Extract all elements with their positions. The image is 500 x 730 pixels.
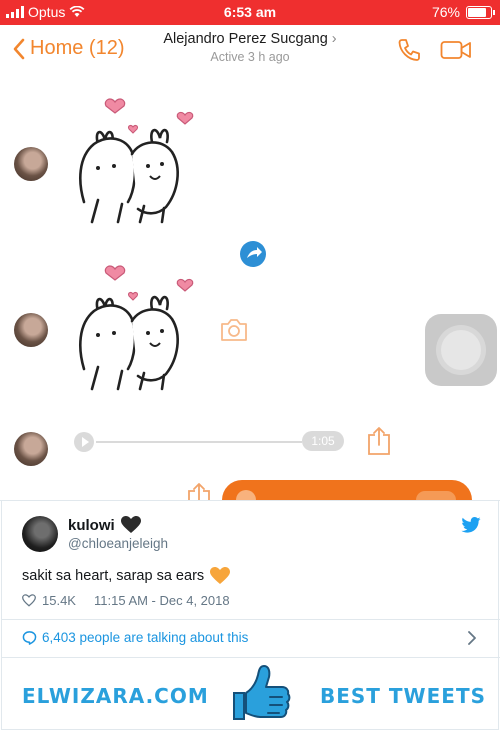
chevron-right-icon: ›	[331, 31, 337, 47]
tweet-author[interactable]: kulowi	[68, 516, 141, 534]
assistive-touch-button[interactable]	[425, 314, 497, 386]
section-label: BEST TWEETS	[320, 684, 486, 708]
outgoing-audio-message[interactable]	[222, 480, 472, 500]
thumbs-up-icon	[233, 665, 291, 720]
video-camera-icon[interactable]	[440, 39, 472, 61]
tweet-meta: 15.4K 11:15 AM - Dec 4, 2018	[22, 593, 230, 608]
battery-percent: 76%	[431, 4, 460, 20]
speech-bubble-icon	[22, 630, 37, 645]
talking-count: 6,403 people are talking about this	[42, 630, 249, 645]
divider	[2, 619, 500, 620]
bunny-hug-sticker[interactable]	[70, 259, 200, 399]
twitter-bird-icon[interactable]	[461, 517, 481, 533]
tweet-frame: kulowi @chloeanjeleigh sakit sa heart, s…	[1, 501, 500, 730]
phone-icon[interactable]	[396, 37, 422, 63]
like-count[interactable]: 15.4K	[42, 593, 76, 608]
chevron-right-icon[interactable]	[467, 630, 477, 646]
site-brand: ELWIZARA.COM	[22, 684, 209, 708]
avatar[interactable]	[14, 313, 48, 347]
author-handle[interactable]: @chloeanjeleigh	[68, 536, 168, 551]
share-icon[interactable]	[186, 481, 212, 500]
screenshot: Optus 6:53 am 76% Home (12) Alejandro Pe…	[0, 0, 500, 730]
contact-status: Active 3 h ago	[210, 50, 290, 64]
tweet-card: kulowi @chloeanjeleigh sakit sa heart, s…	[0, 500, 500, 730]
audio-duration: 1:05	[302, 431, 344, 451]
camera-icon[interactable]	[219, 317, 249, 343]
heart-outline-icon[interactable]	[22, 594, 36, 607]
avatar[interactable]	[14, 147, 48, 181]
tweet-timestamp[interactable]: 11:15 AM - Dec 4, 2018	[94, 593, 230, 608]
tweet-text-content: sakit sa heart, sarap sa ears	[22, 568, 205, 584]
tweet-avatar[interactable]	[22, 516, 58, 552]
bunny-hug-sticker[interactable]	[70, 92, 200, 232]
forward-icon[interactable]	[238, 239, 268, 269]
orange-heart-emoji	[210, 567, 231, 584]
audio-message[interactable]: 1:05	[74, 431, 346, 453]
black-heart-emoji	[120, 516, 141, 533]
audio-progress-track[interactable]	[96, 441, 302, 443]
contact-name: Alejandro Perez Sucgang	[163, 31, 328, 47]
play-icon[interactable]	[74, 432, 94, 452]
clock: 6:53 am	[223, 4, 277, 20]
avatar[interactable]	[14, 432, 48, 466]
share-icon[interactable]	[366, 425, 392, 457]
conversation-link[interactable]: 6,403 people are talking about this	[22, 630, 248, 645]
contact-info[interactable]: Alejandro Perez Sucgang › Active 3 h ago	[0, 31, 500, 64]
tweet-text: sakit sa heart, sarap sa ears	[22, 567, 231, 585]
audio-duration	[416, 491, 456, 500]
status-bar: Optus 6:53 am 76%	[0, 0, 500, 25]
conversation-header: Home (12) Alejandro Perez Sucgang › Activ…	[0, 25, 500, 77]
message-thread: 1:05	[0, 77, 500, 500]
divider	[2, 657, 500, 658]
play-icon[interactable]	[236, 490, 256, 500]
battery-icon	[466, 6, 495, 19]
author-name: kulowi	[68, 516, 115, 534]
